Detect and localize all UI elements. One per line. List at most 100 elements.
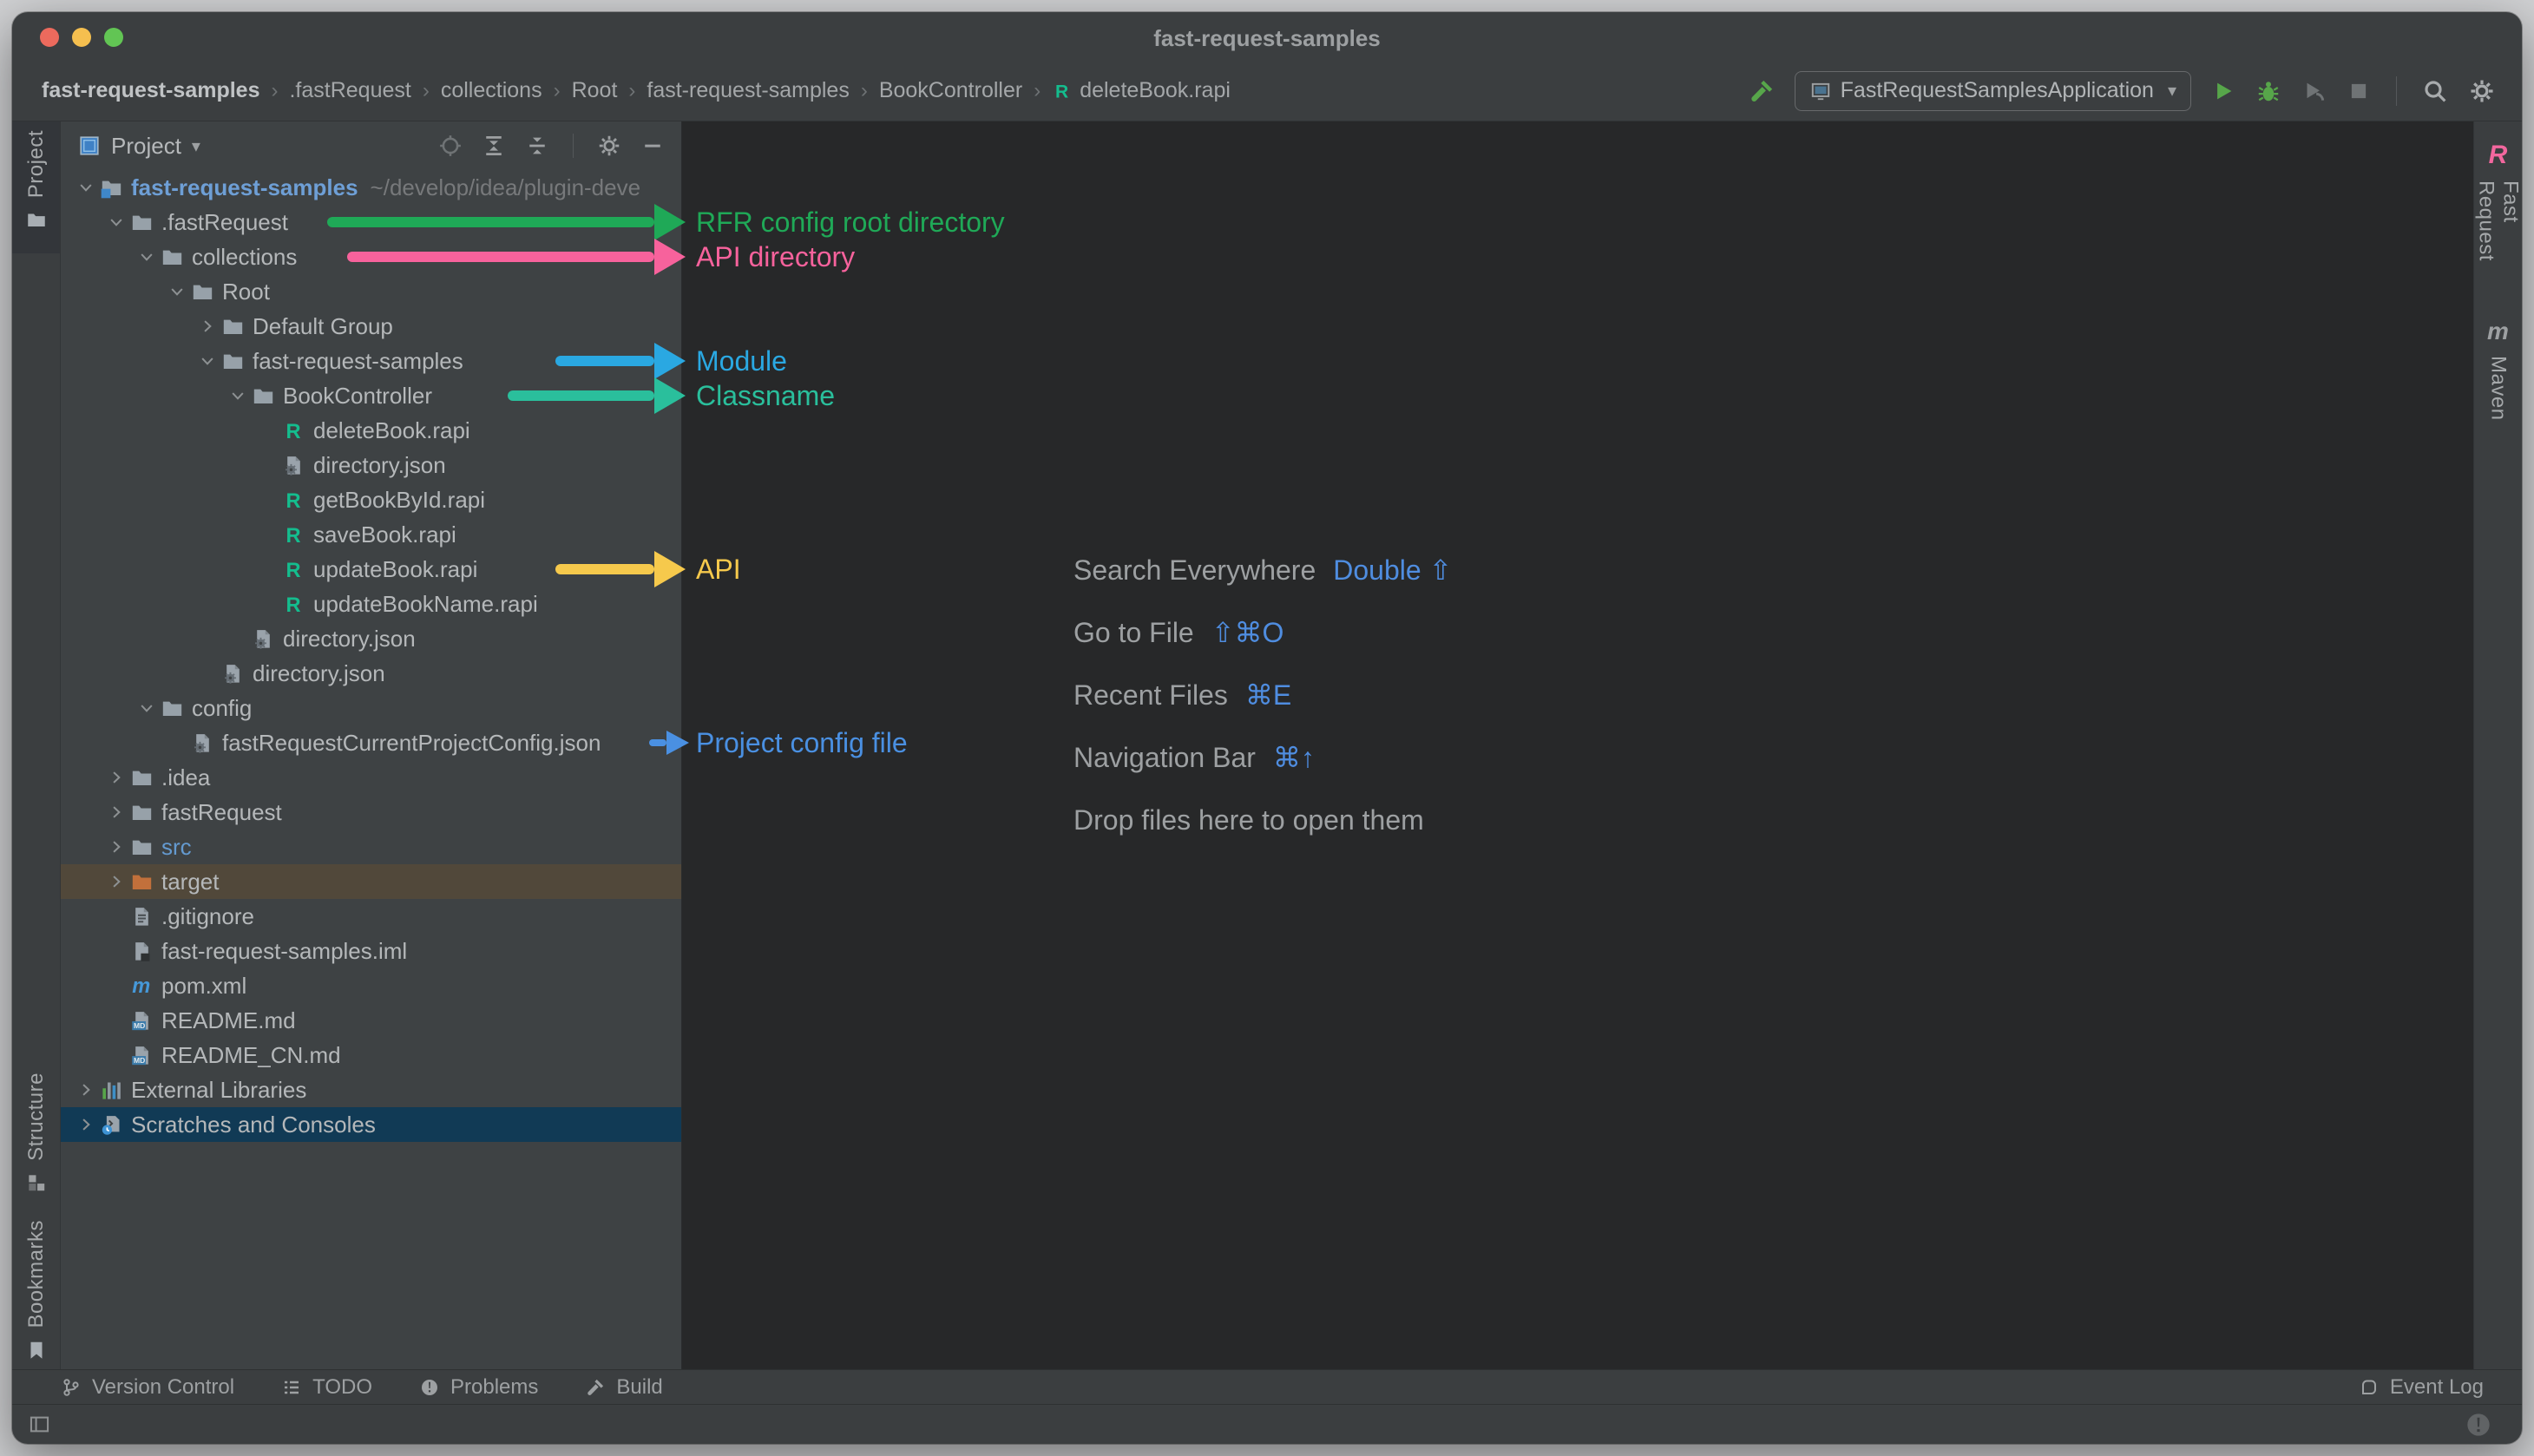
breadcrumb-separator-icon: ›: [271, 79, 278, 103]
project-tool-window: Project ▾ fast-request-samples~/develop/…: [61, 121, 681, 1369]
title-bar[interactable]: fast-request-samples: [12, 12, 2522, 61]
build-hammer-icon[interactable]: [1748, 77, 1776, 105]
tree-row[interactable]: mpom.xml: [61, 968, 681, 1003]
breadcrumb-item[interactable]: Root: [572, 78, 618, 103]
chevron-collapsed-icon[interactable]: [102, 838, 130, 856]
chevron-expanded-icon[interactable]: [71, 179, 100, 196]
tree-row[interactable]: RgetBookById.rapi: [61, 482, 681, 517]
ide-window: fast-request-samples fast-request-sample…: [12, 12, 2522, 1444]
tree-row[interactable]: src: [61, 830, 681, 864]
tree-item-label: collections: [192, 244, 297, 271]
chevron-expanded-icon[interactable]: [132, 699, 161, 717]
folder-icon: [161, 697, 190, 720]
stripe-tab-label: Bookmarks: [24, 1220, 49, 1328]
chevron-collapsed-icon[interactable]: [102, 769, 130, 786]
chevron-expanded-icon[interactable]: [223, 387, 252, 404]
tree-item-label: config: [192, 695, 252, 722]
stop-icon[interactable]: [2346, 78, 2372, 104]
tree-row[interactable]: External Libraries: [61, 1072, 681, 1107]
stripe-tab-fast-request[interactable]: RFast Request: [2474, 132, 2522, 297]
breadcrumb-file-item[interactable]: RdeleteBook.rapi: [1052, 78, 1231, 103]
breadcrumb-item[interactable]: BookController: [879, 78, 1022, 103]
rapi-icon: R: [282, 593, 312, 616]
chevron-collapsed-icon[interactable]: [193, 318, 221, 335]
breadcrumb-item[interactable]: collections: [441, 78, 542, 103]
collapse-all-icon[interactable]: [524, 133, 550, 159]
search-icon[interactable]: [2421, 77, 2449, 105]
toggle-stripes-icon[interactable]: [28, 1413, 51, 1436]
tree-item-label: directory.json: [313, 452, 446, 479]
tool-window-button-build[interactable]: Build: [585, 1375, 662, 1400]
breadcrumb-item[interactable]: fast-request-samples: [42, 78, 259, 103]
json-icon: [282, 454, 312, 477]
tree-row[interactable]: Root: [61, 274, 681, 309]
stripe-tab-structure[interactable]: Structure: [12, 1064, 60, 1199]
debug-icon[interactable]: [2255, 78, 2281, 104]
chevron-collapsed-icon[interactable]: [71, 1081, 100, 1099]
tree-row[interactable]: config: [61, 691, 681, 725]
chevron-collapsed-icon[interactable]: [102, 803, 130, 821]
chevron-collapsed-icon[interactable]: [71, 1116, 100, 1133]
svg-text:MD: MD: [134, 1021, 145, 1030]
tool-window-button-problems[interactable]: Problems: [419, 1375, 538, 1400]
tree-row[interactable]: fast-request-samples~/develop/idea/plugi…: [61, 170, 681, 205]
breadcrumb-item[interactable]: .fastRequest: [289, 78, 410, 103]
event-log-button[interactable]: Event Log: [2359, 1375, 2484, 1400]
tree-row[interactable]: Default Group: [61, 309, 681, 344]
breadcrumb-item[interactable]: fast-request-samples: [647, 78, 849, 103]
json-icon: [252, 627, 281, 651]
chevron-expanded-icon[interactable]: [162, 283, 191, 300]
tree-row[interactable]: Scratches and Consoles: [61, 1107, 681, 1142]
tree-row[interactable]: RupdateBookName.rapi: [61, 587, 681, 621]
tree-item-label: deleteBook.rapi: [313, 417, 470, 444]
run-with-coverage-icon[interactable]: [2301, 78, 2327, 104]
chevron-collapsed-icon[interactable]: [102, 873, 130, 890]
hide-panel-icon[interactable]: [640, 133, 666, 159]
tree-row[interactable]: directory.json: [61, 448, 681, 482]
tree-row[interactable]: .gitignore: [61, 899, 681, 934]
iml-icon: [130, 940, 160, 963]
tree-row[interactable]: target: [61, 864, 681, 899]
tree-row[interactable]: RdeleteBook.rapi: [61, 413, 681, 448]
tree-row[interactable]: directory.json: [61, 656, 681, 691]
tree-item-label: README_CN.md: [161, 1042, 341, 1069]
tree-row[interactable]: fastRequest: [61, 795, 681, 830]
tree-row[interactable]: fastRequestCurrentProjectConfig.json: [61, 725, 681, 760]
tree-row[interactable]: MDREADME_CN.md: [61, 1038, 681, 1072]
expand-all-icon[interactable]: [481, 133, 507, 159]
stripe-tab-maven[interactable]: mMaven: [2474, 309, 2522, 422]
stripe-tab-project[interactable]: Project: [12, 121, 60, 253]
editor-area[interactable]: [681, 121, 2473, 1369]
tree-row[interactable]: .fastRequest: [61, 205, 681, 239]
tool-window-button-label: Problems: [450, 1375, 538, 1400]
rapi-icon: R: [282, 523, 312, 547]
folder-orange-icon: [130, 870, 160, 894]
stripe-tab-bookmarks[interactable]: Bookmarks: [12, 1211, 60, 1357]
tool-window-button-todo[interactable]: TODO: [281, 1375, 372, 1400]
tree-row[interactable]: fast-request-samples.iml: [61, 934, 681, 968]
tool-window-button-version-control[interactable]: Version Control: [61, 1375, 234, 1400]
chevron-expanded-icon[interactable]: [193, 352, 221, 370]
locate-file-icon[interactable]: [437, 133, 463, 159]
settings-gear-icon[interactable]: [2468, 77, 2496, 105]
tree-row[interactable]: RupdateBook.rapi: [61, 552, 681, 587]
tree-row[interactable]: BookController: [61, 378, 681, 413]
run-icon[interactable]: [2210, 78, 2236, 104]
tree-row[interactable]: directory.json: [61, 621, 681, 656]
tree-row[interactable]: fast-request-samples: [61, 344, 681, 378]
rapi-icon: R: [282, 489, 312, 512]
tree-row[interactable]: .idea: [61, 760, 681, 795]
tree-row[interactable]: MDREADME.md: [61, 1003, 681, 1038]
breadcrumb-separator-icon: ›: [628, 79, 635, 103]
chevron-expanded-icon[interactable]: [102, 213, 130, 231]
run-configuration-select[interactable]: FastRequestSamplesApplication ▾: [1795, 71, 2191, 111]
tree-row[interactable]: RsaveBook.rapi: [61, 517, 681, 552]
tree-row[interactable]: collections: [61, 239, 681, 274]
chevron-down-icon[interactable]: ▾: [192, 135, 200, 157]
scratches-icon: [100, 1113, 129, 1137]
branch-icon: [61, 1377, 82, 1398]
panel-settings-gear-icon[interactable]: [596, 133, 622, 159]
alert-icon[interactable]: [2465, 1411, 2492, 1439]
project-panel-title[interactable]: Project: [111, 133, 181, 160]
chevron-expanded-icon[interactable]: [132, 248, 161, 266]
